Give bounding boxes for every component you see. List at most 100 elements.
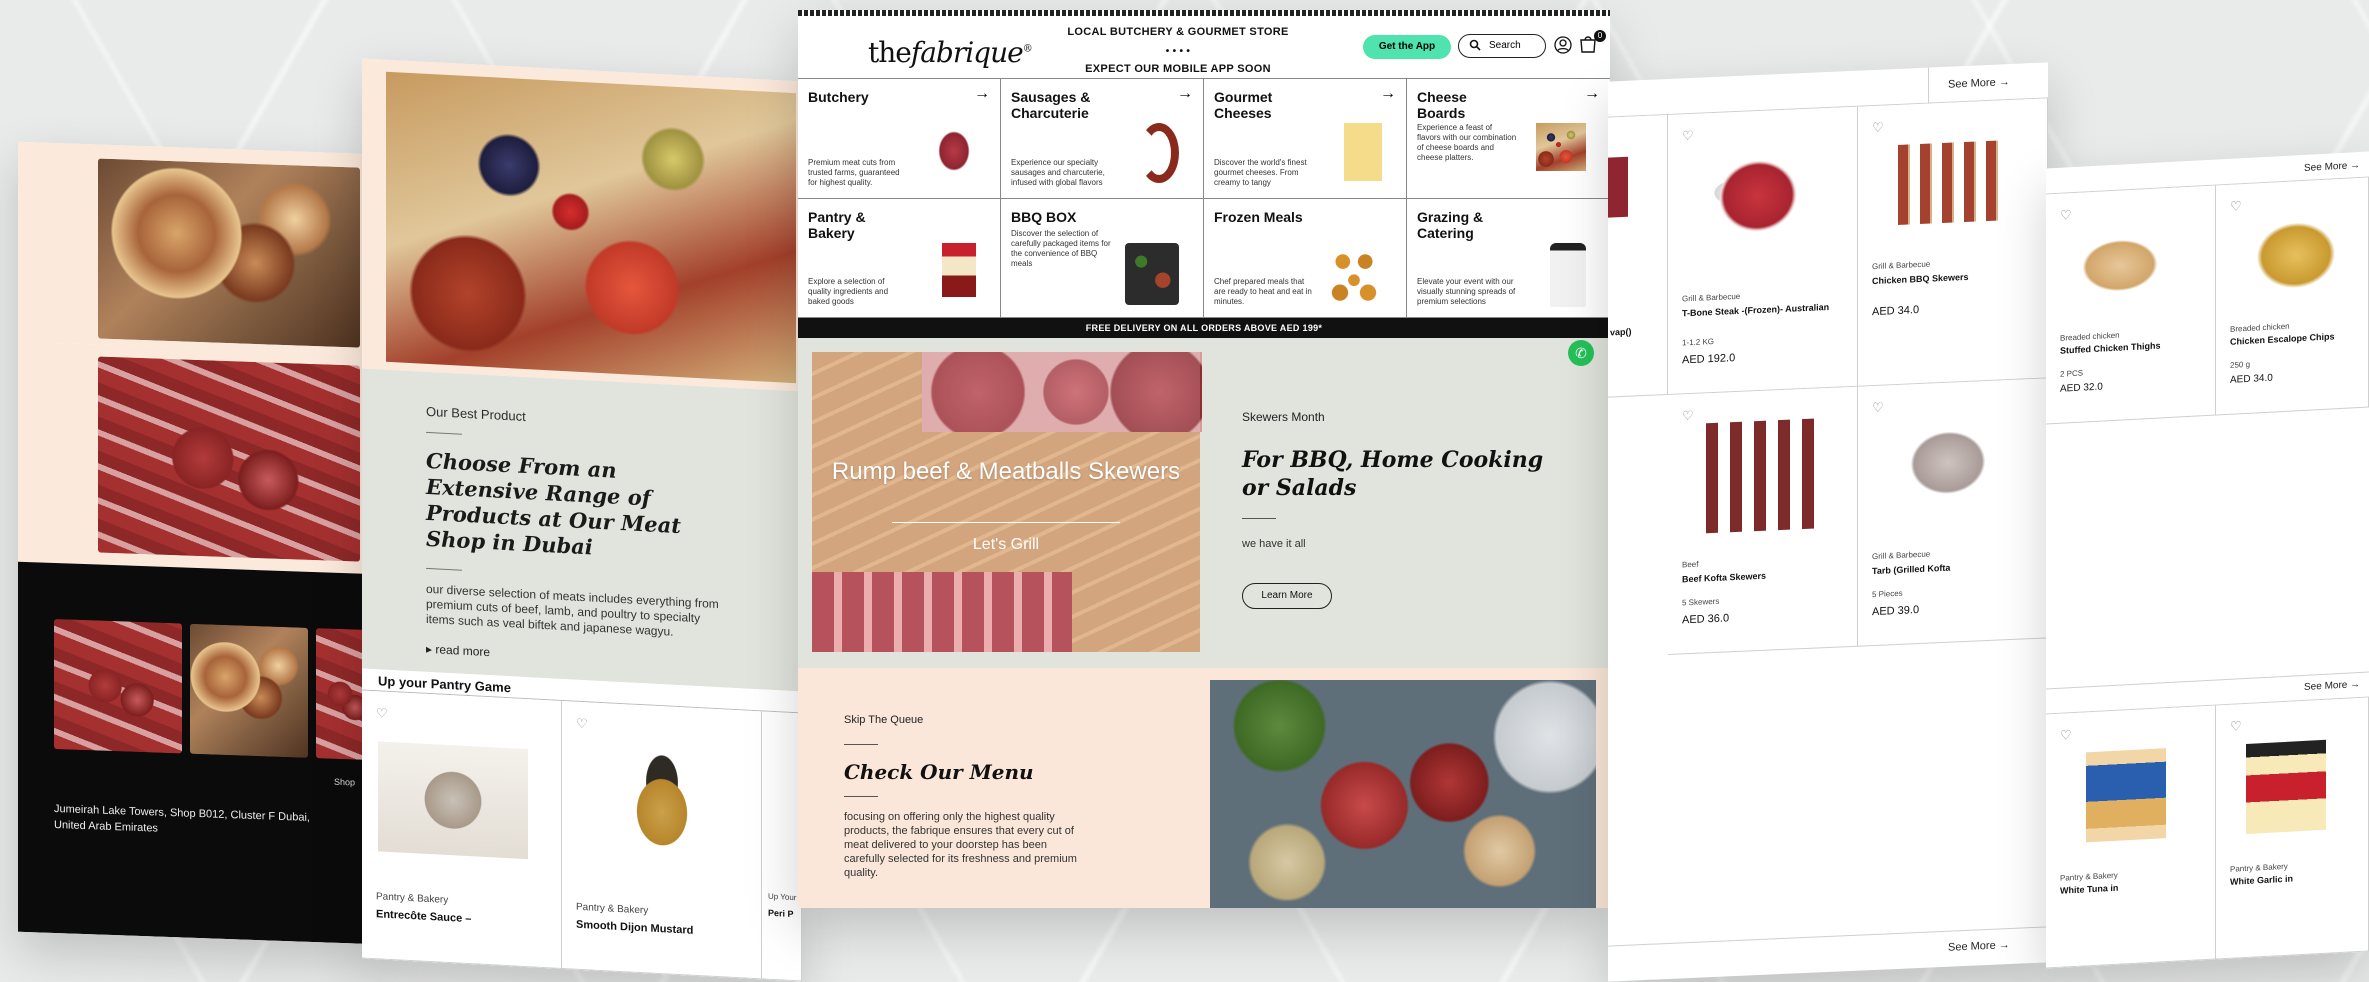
menu-heading: Check Our Menu [844, 760, 1034, 784]
promo-divider [892, 522, 1120, 523]
product-qty: 250 g [2230, 359, 2251, 370]
skewers-section: Rump beef & Meatballs Skewers Let's Gril… [798, 338, 1610, 668]
charcuterie-board-image [386, 71, 796, 384]
product-price: AED 39.0 [1872, 604, 1920, 619]
product-card[interactable]: ♡ Grill & Barbecue Tarb (Grilled Kofta 5… [1858, 378, 2048, 647]
product-card[interactable]: ♡ Pantry & Bakery White Tuna in [2046, 705, 2216, 969]
logo-the: the [868, 36, 912, 69]
category-desc: Explore a selection of quality ingredien… [808, 277, 889, 306]
promo-overlay [812, 352, 1200, 652]
divider [844, 744, 878, 745]
product-image [1888, 130, 2008, 235]
category-desc: Experience a feast of flavors with our c… [1417, 123, 1517, 162]
see-more-link[interactable]: See More → [1948, 939, 2010, 954]
product-name: Entrecôte Sauce – [376, 908, 472, 926]
pantry-section: Up your Pantry Game ♡ Pantry & Bakery En… [362, 668, 802, 982]
heart-icon[interactable]: ♡ [2060, 207, 2072, 224]
category-desc: Experience our specialty sausages and ch… [1011, 157, 1105, 187]
cart-icon[interactable]: 0 [1578, 30, 1606, 59]
panel-right-products: See More → vap() ♡ Grill & Barbecue T-Bo… [1608, 62, 2048, 982]
category-desc: Premium meat cuts from trusted farms, gu… [808, 157, 900, 187]
whatsapp-icon[interactable]: ✆ [1568, 340, 1594, 366]
product-name: T-Bone Steak -(Frozen)- Australian [1682, 301, 1830, 319]
category-desc: Discover the selection of carefully pack… [1011, 228, 1111, 268]
section-tag: Our Best Product [426, 403, 526, 425]
heart-icon[interactable]: ♡ [1872, 400, 1884, 417]
search-button[interactable]: Search [1458, 34, 1546, 58]
product-category: Pantry & Bakery [576, 901, 649, 917]
learn-more-button[interactable]: Learn More [1242, 583, 1332, 609]
skewers-body: we have it all [1242, 538, 1306, 550]
announcement-line-2: EXPECT OUR MOBILE APP SOON [1085, 63, 1271, 75]
product-category: Breaded chicken [2060, 330, 2120, 343]
product-card-partial[interactable]: vap() [1608, 114, 1668, 398]
account-icon[interactable] [1554, 36, 1572, 59]
category-butchery[interactable]: Butchery → Premium meat cuts from trusted … [798, 79, 1001, 199]
food-platter-image [98, 158, 360, 348]
hero-section [362, 58, 802, 392]
category-bbq-box[interactable]: BBQ BOX Discover the selection of careful… [1001, 198, 1204, 318]
product-name: vap() [1610, 326, 1632, 338]
menu-body: focusing on offering only the highest qu… [844, 811, 1077, 879]
product-card[interactable]: ♡ Breaded chicken Chicken Escalope Chips… [2216, 177, 2369, 416]
search-icon [1469, 39, 1481, 51]
category-title: Cheese Boards [1417, 89, 1467, 121]
product-price: AED 34.0 [2230, 372, 2273, 386]
product-card[interactable]: ♡ Beef Beef Kofta Skewers 5 Skewers AED … [1668, 386, 1858, 655]
heart-icon[interactable]: ♡ [2230, 718, 2242, 735]
product-card[interactable]: ♡ Grill & Barbecue Chicken BBQ Skewers A… [1858, 98, 2048, 387]
divider [1242, 518, 1276, 519]
panel-far-left: Shop Jumeirah Lake Towers, Shop B012, Cl… [18, 141, 378, 945]
product-image [378, 741, 528, 860]
product-qty: 2 PCS [2060, 368, 2084, 379]
get-app-button[interactable]: Get the App [1363, 35, 1451, 59]
category-pantry[interactable]: Pantry & Bakery Explore a selection of qu… [798, 198, 1001, 318]
arrow-right-icon: → [974, 85, 990, 102]
announcement-line-1: LOCAL BUTCHERY & GOURMET STORE [1067, 26, 1289, 38]
category-image [1326, 242, 1382, 305]
product-qty: 5 Skewers [1682, 596, 1720, 608]
panel-center-homepage: thefabrique® LOCAL BUTCHERY & GOURMET ST… [798, 10, 1610, 908]
shop-label: Shop [334, 776, 356, 788]
product-card[interactable]: Up Your Peri P [762, 711, 802, 982]
product-image [1888, 410, 2008, 516]
product-card[interactable]: ♡ Breaded chicken Stuffed Chicken Thighs… [2046, 185, 2216, 425]
product-card[interactable]: ♡ Pantry & Bakery Smooth Dijon Mustard [562, 700, 762, 980]
category-frozen-meals[interactable]: Frozen Meals Chef prepared meals that are… [1204, 198, 1407, 318]
heart-icon[interactable]: ♡ [1682, 408, 1694, 425]
category-image [942, 242, 976, 297]
category-image [932, 123, 976, 179]
see-more-link[interactable]: See More → [2304, 679, 2360, 693]
footer-thumb-1[interactable] [54, 618, 182, 754]
see-more-link[interactable]: See More → [2304, 160, 2360, 174]
product-card[interactable]: ♡ Grill & Barbecue T-Bone Steak -(Frozen… [1668, 106, 1858, 395]
heart-icon[interactable]: ♡ [2060, 727, 2072, 744]
category-title: Butchery [808, 89, 869, 105]
see-more-label: See More [1948, 939, 1996, 954]
heart-icon[interactable]: ♡ [376, 705, 388, 722]
category-grazing[interactable]: Grazing & Catering Elevate your event wit… [1407, 199, 1610, 318]
product-card[interactable]: ♡ Pantry & Bakery Entrecôte Sauce – [362, 690, 562, 969]
category-title: Sausages & Charcuterie [1011, 89, 1091, 121]
product-category: Breaded chicken [2230, 321, 2290, 334]
category-cheeses[interactable]: Gourmet Cheeses → Discover the world's fin… [1204, 79, 1407, 199]
arrow-right-icon: → [1380, 85, 1396, 102]
product-category: Up Your [768, 891, 797, 903]
category-sausages[interactable]: Sausages & Charcuterie → Experience our sp… [1001, 79, 1204, 199]
product-image [2066, 217, 2186, 314]
product-image [2086, 748, 2166, 843]
heart-icon[interactable]: ♡ [1682, 128, 1694, 145]
read-more-link[interactable]: ▸ read more [426, 642, 490, 659]
see-more-label: See More [1948, 76, 1996, 91]
promo-banner[interactable]: Rump beef & Meatballs Skewers Let's Gril… [812, 352, 1202, 652]
footer-thumb-2[interactable] [190, 623, 308, 758]
product-name: Beef Kofta Skewers [1682, 570, 1767, 585]
product-image [1698, 418, 1818, 534]
product-name: Peri P [768, 907, 794, 920]
heart-icon[interactable]: ♡ [576, 716, 588, 733]
product-card[interactable]: ♡ Pantry & Bakery White Garlic in [2216, 697, 2369, 960]
heart-icon[interactable]: ♡ [1872, 120, 1884, 137]
promo-title: Rump beef & Meatballs Skewers [831, 458, 1181, 485]
category-cheese-boards[interactable]: Cheese Boards → Experience a feast of flav… [1407, 79, 1610, 199]
panel-far-right-products: See More → ♡ Breaded chicken Stuffed Chi… [2046, 151, 2369, 969]
